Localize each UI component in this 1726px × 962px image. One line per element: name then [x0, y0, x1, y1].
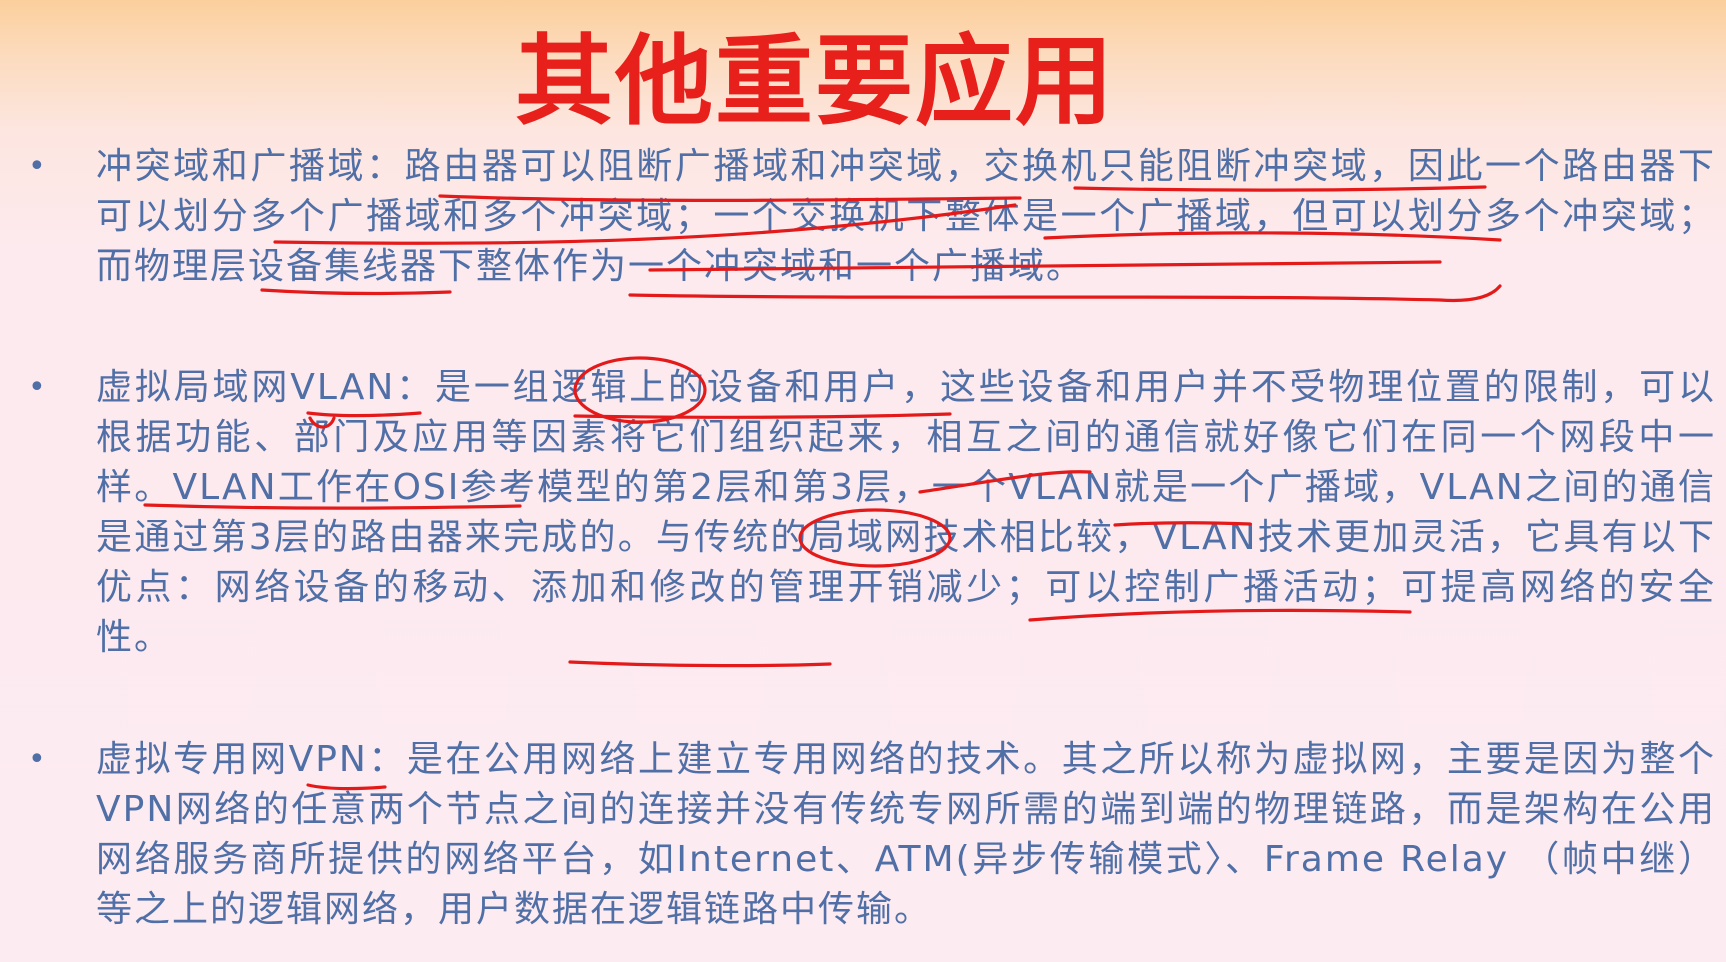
- paragraph-vlan: 虚拟局域网VLAN：是一组逻辑上的设备和用户，这些设备和用户并不受物理位置的限制…: [96, 367, 1716, 658]
- bullet-marker: •: [28, 149, 46, 184]
- slide-title: 其他重要应用: [515, 24, 1116, 139]
- bullet-marker: •: [28, 370, 46, 405]
- paragraph-vpn: 虚拟专用网VPN：是在公用网络上建立专用网络的技术。其之所以称为虚拟网，主要是因…: [96, 739, 1716, 930]
- paragraph-collision-broadcast-domain: 冲突域和广播域：路由器可以阻断广播域和冲突域，交换机只能阻断冲突域，因此一个路由…: [96, 146, 1716, 287]
- slide: 其他重要应用 • 冲突域和广播域：路由器可以阻断广播域和冲突域，交换机只能阻断冲…: [0, 0, 1726, 962]
- bullet-marker: •: [28, 742, 46, 777]
